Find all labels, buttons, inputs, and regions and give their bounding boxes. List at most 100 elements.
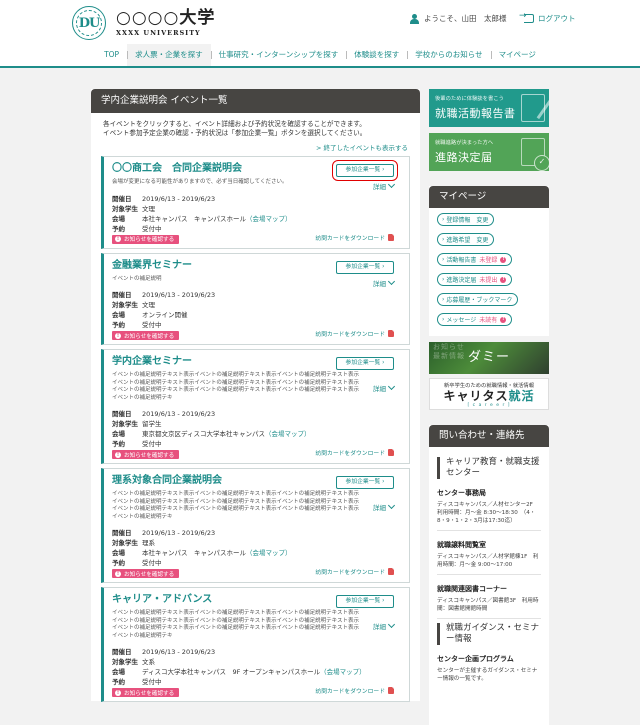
contact-box: 問い合わせ・連絡先 キャリア教育・就職支援センター センター事務局 ディスコキャ… <box>429 425 549 725</box>
welcome-text: ようこそ、山田 太郎様 <box>424 14 507 23</box>
download-visit-card-link[interactable]: 訪問カードをダウンロード <box>315 233 394 242</box>
detail-toggle[interactable]: 詳細 <box>373 180 396 191</box>
pdf-icon <box>388 687 394 694</box>
caritas-banner[interactable]: 新卒学生のための就職情報・就活情報 キャリタス就活 [ c a r e e r … <box>429 378 549 410</box>
detail-toggle[interactable]: 詳細 <box>373 277 396 288</box>
alert-icon: ! <box>500 276 507 283</box>
event-date: 2019/6/13 - 2019/6/23 <box>142 291 216 299</box>
detail-toggle[interactable]: 詳細 <box>373 620 396 631</box>
center-plan-text: センターが主催するガイダンス・セミナー情報の一覧です。 <box>437 668 538 682</box>
site-header: DU ○○○○大学 XXXX UNIVERSITY ようこそ、山田 太郎様 ログ… <box>0 0 640 44</box>
event-description: イベントの補足説明 <box>112 275 162 282</box>
event-card[interactable]: 〇〇商工会 合同企業説明会 会場が変更になる可能性がありますので、必ず当日確認して… <box>101 156 410 249</box>
mypage-message-link[interactable]: › メッセージ 未読有! <box>437 313 513 326</box>
chevron-down-icon <box>387 620 396 629</box>
confirm-notice-button[interactable]: ! お知らせを確認する <box>112 234 180 244</box>
nav-internship[interactable]: 仕事研究・インターンシップを探す <box>210 44 347 66</box>
center-plan-heading: センター企画プログラム <box>437 655 514 663</box>
guidance-section-heading: 就職ガイダンス・セミナー情報 <box>437 623 541 645</box>
pen-document-icon <box>521 94 545 122</box>
event-list-panel: 学内企業説明会 イベント一覧 各イベントをクリックすると、イベント詳細および予約… <box>91 89 420 702</box>
alert-icon: ! <box>115 236 121 242</box>
event-venue: オンライン開催 <box>142 311 188 319</box>
lab-room-heading: 就職譲料閲覧室 <box>437 541 486 549</box>
pdf-icon <box>388 233 394 241</box>
confirm-notice-button[interactable]: ! お知らせを確認する <box>112 331 180 340</box>
confirm-notice-button[interactable]: ! お知らせを確認する <box>112 569 180 578</box>
activity-report-banner[interactable]: 後輩のために体験談を書こう 就職活動報告書 <box>429 89 549 127</box>
chevron-down-icon <box>387 501 396 510</box>
nav-experience[interactable]: 体験談を探す <box>346 44 407 66</box>
event-card[interactable]: 金融業界セミナー イベントの補足説明 参加企業一覧 › 詳細 開催日 2019/6/13 … <box>101 252 410 345</box>
chevron-down-icon <box>387 277 396 285</box>
alert-icon: ! <box>115 570 121 577</box>
venue-map-link[interactable]: （会場マップ） <box>320 668 366 676</box>
alert-icon: ! <box>500 316 507 323</box>
event-card[interactable]: 学内企業セミナー イベントの補足説明テキスト表示イベントの補足説明テキスト表示イベ… <box>101 349 410 464</box>
chevron-down-icon <box>387 382 396 391</box>
event-venue: 本社キャンパス キャンパスホール（会場マップ） <box>142 549 292 557</box>
event-date: 2019/6/13 - 2019/6/23 <box>142 648 216 656</box>
mypage-activity-report-link[interactable]: › 活動報告書 未登録! <box>437 253 513 266</box>
participating-companies-button[interactable]: 参加企業一覧 › <box>336 595 394 608</box>
confirm-notice-button[interactable]: ! お知らせを確認する <box>112 450 180 459</box>
participating-companies-button[interactable]: 参加企業一覧 › <box>336 476 394 489</box>
contact-section-heading: キャリア教育・就職支援センター <box>437 457 541 479</box>
detail-toggle[interactable]: 詳細 <box>373 382 396 393</box>
logout-icon <box>519 11 534 23</box>
pdf-icon <box>388 330 394 337</box>
logout-link[interactable]: ログアウト <box>519 11 576 24</box>
detail-toggle[interactable]: 詳細 <box>373 501 396 512</box>
mypage-career-wish-link[interactable]: › 進路希望 変更 <box>437 233 495 246</box>
sidebar: 後輩のために体験談を書こう 就職活動報告書 就職進路が決まった方へ 進路決定届 … <box>429 89 549 725</box>
show-ended-link[interactable]: > 終了したイベントも表示する <box>91 138 420 152</box>
dummy-banner[interactable]: お知らせ 最新情報 ダミー <box>429 342 549 374</box>
check-document-icon <box>521 138 549 171</box>
event-target: 留学生 <box>142 420 162 428</box>
event-card[interactable]: キャリア・アドバンス イベントの補足説明テキスト表示イベントの補足説明テキスト表示… <box>101 587 410 702</box>
venue-map-link[interactable]: （会場マップ） <box>246 215 292 223</box>
intro-text: 各イベントをクリックすると、イベント詳細および予約状況を確認することができます。… <box>103 120 367 137</box>
event-description: イベントの補足説明テキスト表示イベントの補足説明テキスト表示イベントの補足説明テ… <box>112 372 360 401</box>
event-card[interactable]: 理系対象合同企業説明会 イベントの補足説明テキスト表示イベントの補足説明テキスト表… <box>101 468 410 583</box>
university-logo[interactable]: DU ○○○○大学 XXXX UNIVERSITY <box>72 6 215 40</box>
download-visit-card-link[interactable]: 訪問カードをダウンロード <box>315 567 394 576</box>
participating-companies-button[interactable]: 参加企業一覧 › <box>336 260 394 274</box>
center-office-heading: センター事務局 <box>437 489 486 497</box>
career-decision-banner[interactable]: 就職進路が決まった方へ 進路決定届 <box>429 133 549 171</box>
nav-top[interactable]: TOP <box>96 44 127 66</box>
alert-icon: ! <box>500 256 507 263</box>
event-target: 文理 <box>142 204 155 213</box>
event-venue: ディスコ大学本社キャンパス 9F オープンキャンパスホール（会場マップ） <box>142 668 366 676</box>
event-venue: 東京都文京区ディスコ大学本社キャンパス（会場マップ） <box>142 430 311 438</box>
event-date: 2019/6/13 - 2019/6/23 <box>142 194 216 203</box>
event-target: 理系 <box>142 539 155 547</box>
event-description: 会場が変更になる可能性がありますので、必ず当日確認してください。 <box>112 179 288 185</box>
event-reservation-status: 受付中 <box>142 678 162 686</box>
nav-job-search[interactable]: 求人票・企業を探す <box>127 44 211 66</box>
global-nav: TOP 求人票・企業を探す 仕事研究・インターンシップを探す 体験談を探す 学校… <box>0 44 640 68</box>
download-visit-card-link[interactable]: 訪問カードをダウンロード <box>315 329 394 338</box>
event-description: イベントの補足説明テキスト表示イベントの補足説明テキスト表示イベントの補足説明テ… <box>112 491 360 520</box>
pdf-icon <box>388 568 394 575</box>
venue-map-link[interactable]: （会場マップ） <box>265 430 311 438</box>
nav-school-news[interactable]: 学校からのお知らせ <box>407 44 490 66</box>
participating-companies-button[interactable]: 参加企業一覧 › <box>332 160 398 181</box>
page-title: 学内企業説明会 イベント一覧 <box>91 89 420 113</box>
download-visit-card-link[interactable]: 訪問カードをダウンロード <box>315 448 394 457</box>
participating-companies-button[interactable]: 参加企業一覧 › <box>336 357 394 370</box>
event-reservation-status: 受付中 <box>142 321 162 329</box>
alert-icon: ! <box>115 451 121 458</box>
venue-map-link[interactable]: （会場マップ） <box>246 549 292 557</box>
lab-room-text: ディスコキャンパス／人材学館棟1F 利用時間：月～金 9:00～17:00 <box>437 553 541 575</box>
mypage-box: マイページ › 登録情報 変更 › 進路希望 変更 › 活動報告書 未登録! › 進路決定… <box>429 186 549 336</box>
download-visit-card-link[interactable]: 訪問カードをダウンロード <box>315 686 394 695</box>
event-date: 2019/6/13 - 2019/6/23 <box>142 529 216 537</box>
event-reservation-status: 受付中 <box>142 559 162 567</box>
confirm-notice-button[interactable]: ! お知らせを確認する <box>112 688 180 697</box>
nav-mypage[interactable]: マイページ <box>490 44 544 66</box>
mypage-decision-link[interactable]: › 進路決定届 未提出! <box>437 273 513 286</box>
center-office-text: ディスコキャンパス／人材センター2F 利用時間：月～金 8:30～18:30 （… <box>437 501 541 531</box>
mypage-registration-link[interactable]: › 登録情報 変更 <box>437 213 495 226</box>
mypage-history-link[interactable]: › 応募履歴・ブックマーク <box>437 293 519 306</box>
